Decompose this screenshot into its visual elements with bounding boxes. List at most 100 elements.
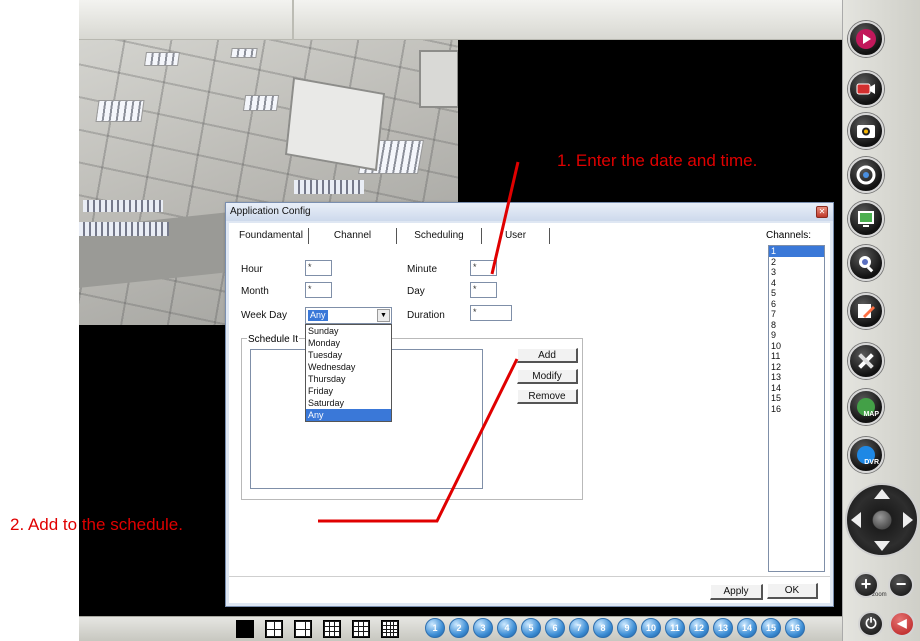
power-icon[interactable]: ⏻: [858, 611, 884, 637]
layout-buttons: [236, 620, 399, 638]
play-button[interactable]: [848, 21, 884, 57]
dvr-label: DVR: [864, 459, 879, 466]
refresh-icon: [856, 165, 876, 185]
hour-field[interactable]: *: [305, 260, 332, 276]
channel-item[interactable]: 6: [769, 299, 824, 310]
minute-field[interactable]: *: [470, 260, 497, 276]
week-day-option[interactable]: Friday: [306, 385, 391, 397]
edit-button[interactable]: [848, 293, 884, 329]
channel-item[interactable]: 5: [769, 288, 824, 299]
tab-channel[interactable]: Channel: [309, 228, 397, 244]
ptz-joystick-icon[interactable]: [845, 483, 919, 557]
layout-9-icon[interactable]: [323, 620, 341, 638]
application-config-dialog: Application Config ✕ Foundamental Channe…: [225, 202, 834, 607]
ceiling-light: [144, 52, 180, 66]
edit-icon: [858, 304, 875, 318]
channel-button[interactable]: 9: [617, 618, 637, 638]
channel-item[interactable]: 7: [769, 309, 824, 320]
record-button[interactable]: [848, 71, 884, 107]
ceiling-light: [242, 95, 280, 111]
map-button[interactable]: MAP: [848, 389, 884, 425]
modify-button[interactable]: Modify: [517, 369, 578, 384]
close-icon[interactable]: ✕: [816, 206, 828, 218]
channel-item[interactable]: 14: [769, 383, 824, 394]
channel-button[interactable]: 16: [785, 618, 805, 638]
dialog-title: Application Config: [230, 206, 311, 217]
channel-button[interactable]: 8: [593, 618, 613, 638]
channel-item[interactable]: 15: [769, 393, 824, 404]
duration-field[interactable]: *: [470, 305, 512, 321]
layout-16-icon[interactable]: [381, 620, 399, 638]
apply-button[interactable]: Apply: [710, 584, 763, 600]
remove-button[interactable]: Remove: [517, 389, 578, 404]
toolbar-divider: [292, 0, 294, 40]
channel-item[interactable]: 4: [769, 278, 824, 289]
channel-item[interactable]: 8: [769, 320, 824, 331]
week-day-option[interactable]: Wednesday: [306, 361, 391, 373]
channel-button[interactable]: 7: [569, 618, 589, 638]
channel-button[interactable]: 11: [665, 618, 685, 638]
refresh-button[interactable]: [848, 157, 884, 193]
tab-foundamental[interactable]: Foundamental: [233, 228, 309, 244]
channels-label: Channels:: [766, 230, 812, 241]
ptz-up-icon[interactable]: [874, 489, 890, 499]
channel-list[interactable]: 1 2 3 4 5 6 7 8 9 10 11 12 13 14 15 16: [768, 245, 825, 572]
layout-4-icon[interactable]: [265, 620, 283, 638]
week-day-option[interactable]: Thursday: [306, 373, 391, 385]
week-day-option[interactable]: Saturday: [306, 397, 391, 409]
channel-button[interactable]: 4: [497, 618, 517, 638]
zoom-out-button[interactable]: −: [888, 572, 914, 598]
week-day-option[interactable]: Sunday: [306, 325, 391, 337]
chevron-down-icon[interactable]: ▼: [377, 309, 390, 322]
ptz-left-icon[interactable]: [851, 512, 861, 528]
dvr-button[interactable]: DVR: [848, 437, 884, 473]
channel-item[interactable]: 2: [769, 257, 824, 268]
week-day-label: Week Day: [241, 310, 287, 321]
ok-button[interactable]: OK: [767, 583, 818, 599]
channel-item[interactable]: 11: [769, 351, 824, 362]
channel-item[interactable]: 13: [769, 372, 824, 383]
day-field[interactable]: *: [470, 282, 497, 298]
channel-item[interactable]: 16: [769, 404, 824, 415]
week-day-option[interactable]: Any: [306, 409, 391, 421]
ptz-center-icon[interactable]: [873, 511, 891, 529]
ptz-down-icon[interactable]: [874, 541, 890, 551]
channel-button[interactable]: 12: [689, 618, 709, 638]
map-label: MAP: [863, 411, 879, 418]
tab-user[interactable]: User: [482, 228, 550, 244]
search-button[interactable]: [848, 245, 884, 281]
floor-light: [79, 222, 169, 236]
channel-item[interactable]: 12: [769, 362, 824, 373]
channel-button[interactable]: 14: [737, 618, 757, 638]
channel-item[interactable]: 1: [769, 246, 824, 257]
snapshot-button[interactable]: [848, 113, 884, 149]
layout-1-icon[interactable]: [236, 620, 254, 638]
channel-button[interactable]: 5: [521, 618, 541, 638]
volume-icon[interactable]: ◀: [889, 611, 915, 637]
tab-scheduling[interactable]: Scheduling: [397, 228, 482, 244]
tools-button[interactable]: [848, 343, 884, 379]
channel-button[interactable]: 6: [545, 618, 565, 638]
dialog-titlebar[interactable]: Application Config ✕: [226, 203, 833, 221]
duration-label: Duration: [407, 310, 445, 321]
channel-button[interactable]: 15: [761, 618, 781, 638]
search-icon: [859, 256, 874, 273]
ptz-right-icon[interactable]: [903, 512, 913, 528]
layout-6-icon[interactable]: [294, 620, 312, 638]
annotation-step-1: 1. Enter the date and time.: [557, 151, 758, 170]
channel-button[interactable]: 13: [713, 618, 733, 638]
week-day-option[interactable]: Monday: [306, 337, 391, 349]
week-day-option[interactable]: Tuesday: [306, 349, 391, 361]
channel-item[interactable]: 10: [769, 341, 824, 352]
month-field[interactable]: *: [305, 282, 332, 298]
monitor-button[interactable]: [848, 201, 884, 237]
week-day-select[interactable]: Any ▼: [305, 307, 392, 324]
channel-item[interactable]: 3: [769, 267, 824, 278]
channel-button[interactable]: 10: [641, 618, 661, 638]
channel-item[interactable]: 9: [769, 330, 824, 341]
channel-button[interactable]: 2: [449, 618, 469, 638]
channel-button[interactable]: 3: [473, 618, 493, 638]
add-button[interactable]: Add: [517, 348, 578, 363]
channel-button[interactable]: 1: [425, 618, 445, 638]
layout-13-icon[interactable]: [352, 620, 370, 638]
